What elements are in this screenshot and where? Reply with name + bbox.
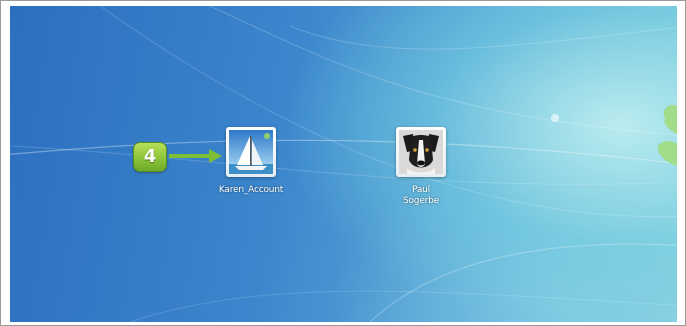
step-number-badge: 4: [133, 142, 167, 172]
user-picture-frame: [226, 127, 276, 177]
user-picture-frame: [396, 127, 446, 177]
sailboat-picture-icon: [229, 130, 273, 174]
wallpaper-swirls: [10, 6, 677, 322]
user-name-label: Karen_Account: [218, 185, 284, 195]
screenshot-frame: Karen_Account Paul Sogerbe 4: [0, 0, 686, 326]
dog-picture-icon: [399, 130, 443, 174]
user-name-label: Paul Sogerbe: [366, 185, 476, 207]
user-name-line-2: Sogerbe: [402, 196, 440, 206]
user-name-line-1: Paul: [412, 185, 430, 195]
windows-logon-screen: Karen_Account Paul Sogerbe: [10, 6, 677, 322]
step-callout: 4: [133, 142, 167, 172]
user-tile-paul[interactable]: Paul Sogerbe: [366, 127, 476, 207]
windows-logo-fragment: [657, 104, 677, 166]
arrow-right-icon: [169, 149, 222, 163]
